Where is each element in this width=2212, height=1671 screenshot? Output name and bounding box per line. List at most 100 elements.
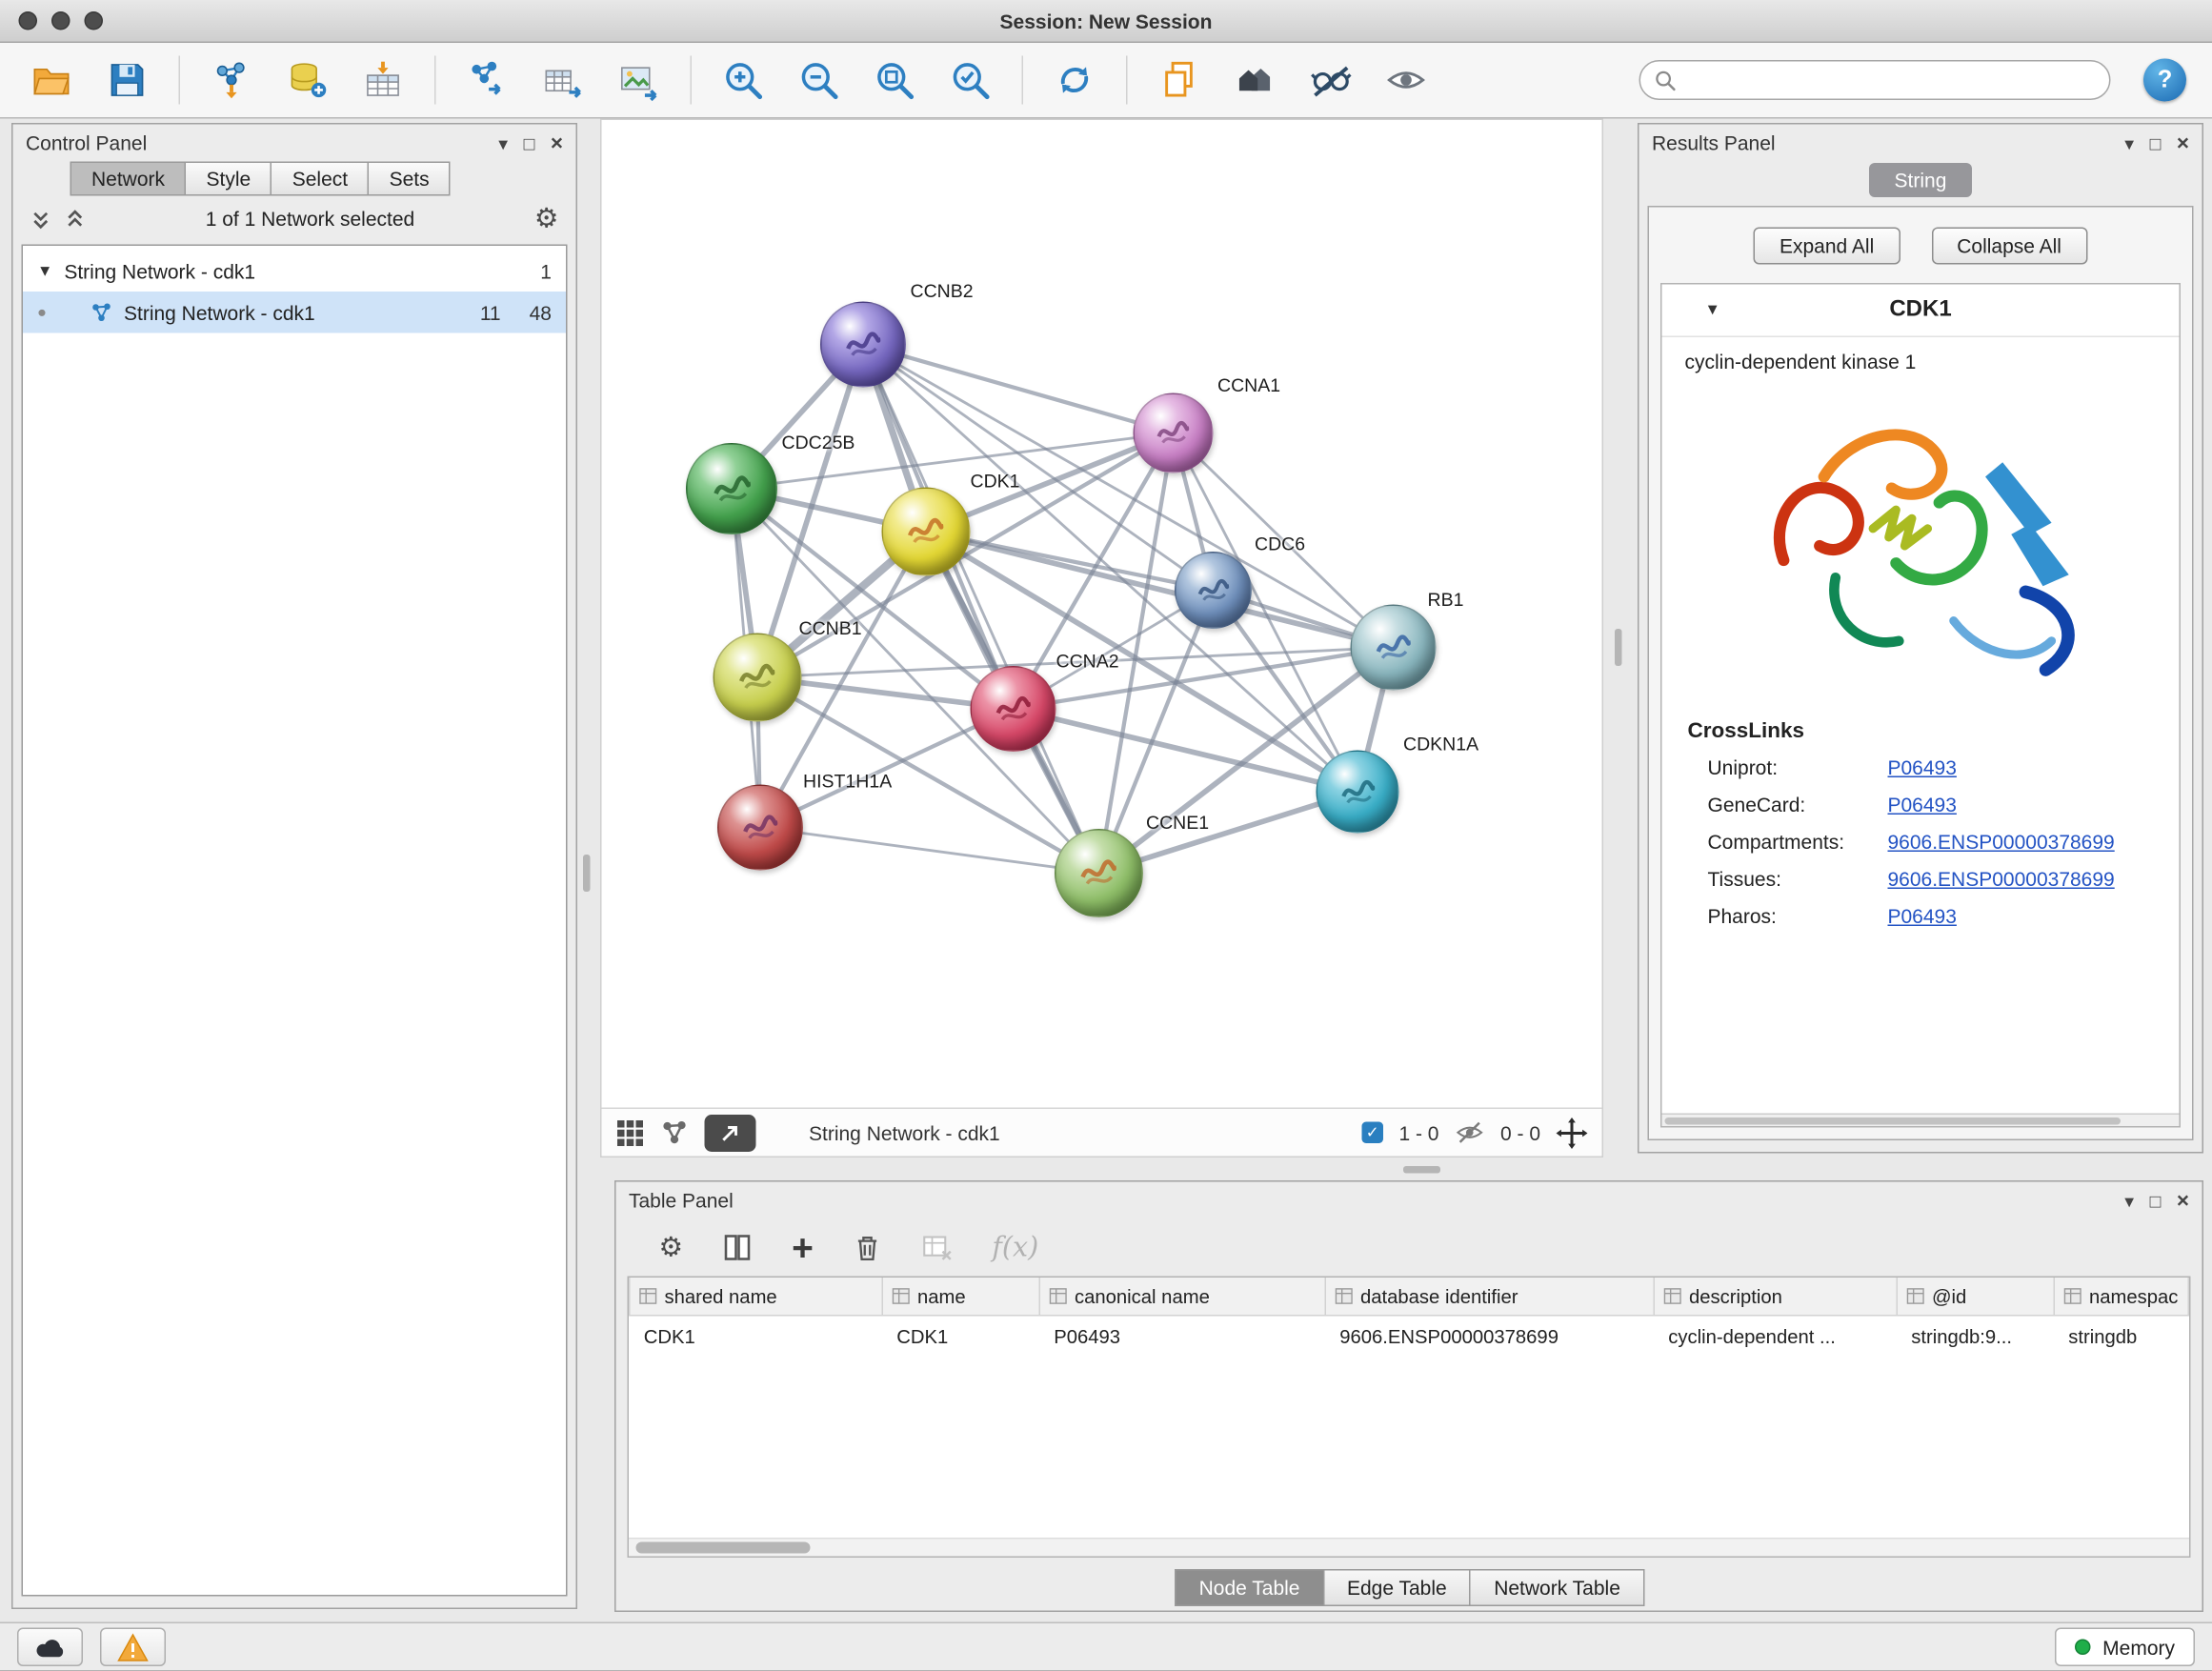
new-network-button[interactable]	[456, 51, 519, 109]
column-header-name[interactable]: name	[882, 1278, 1039, 1316]
help-button[interactable]: ?	[2143, 59, 2186, 102]
network-node-ccna1[interactable]	[1134, 393, 1214, 473]
panel-float-icon[interactable]: □	[2150, 1191, 2162, 1210]
memory-button[interactable]: Memory	[2056, 1628, 2195, 1667]
crosslink-value-compartments[interactable]: 9606.ENSP00000378699	[1888, 831, 2180, 854]
network-edge[interactable]	[863, 345, 1174, 433]
results-horizontal-scrollbar[interactable]	[1662, 1114, 2180, 1127]
network-collection-row[interactable]: ▼ String Network - cdk1 1	[23, 251, 566, 292]
open-session-button[interactable]	[20, 51, 83, 109]
hidden-eye-slash-icon[interactable]	[1455, 1117, 1485, 1148]
column-header-database-identifier[interactable]: database identifier	[1325, 1278, 1654, 1316]
network-edge[interactable]	[926, 532, 1394, 648]
column-header-namespace[interactable]: namespac	[2054, 1278, 2188, 1316]
network-node-cdk1[interactable]	[882, 488, 971, 576]
string-home-button[interactable]	[1223, 51, 1286, 109]
panel-float-icon[interactable]: □	[2150, 133, 2162, 152]
cell-name[interactable]: CDK1	[882, 1316, 1039, 1357]
network-overview-icon[interactable]	[660, 1118, 689, 1147]
panel-close-icon[interactable]: ×	[2177, 1190, 2189, 1212]
crosslink-value-genecard[interactable]: P06493	[1888, 794, 2180, 816]
gene-section-header[interactable]: ▼ CDK1	[1662, 285, 2180, 338]
zoom-fit-button[interactable]	[863, 51, 926, 109]
warnings-button[interactable]	[100, 1628, 166, 1667]
network-row[interactable]: ● String Network - cdk1 11 48	[23, 292, 566, 333]
zoom-out-button[interactable]	[788, 51, 851, 109]
panel-close-icon[interactable]: ×	[2177, 132, 2189, 154]
export-image-button[interactable]	[608, 51, 671, 109]
panel-menu-icon[interactable]: ▾	[2124, 133, 2134, 152]
splitter-handle[interactable]	[583, 855, 591, 892]
cell-id[interactable]: stringdb:9...	[1897, 1316, 2054, 1357]
import-network-database-button[interactable]	[276, 51, 339, 109]
show-columns-icon[interactable]	[722, 1232, 754, 1263]
panel-float-icon[interactable]: □	[524, 133, 535, 152]
column-header-canonical-name[interactable]: canonical name	[1039, 1278, 1325, 1316]
show-graphics-button[interactable]	[1375, 51, 1438, 109]
zoom-selected-button[interactable]	[939, 51, 1002, 109]
network-node-cdkn1a[interactable]	[1317, 751, 1399, 834]
network-edge[interactable]	[760, 828, 1099, 874]
splitter-handle[interactable]	[1403, 1166, 1440, 1174]
network-node-rb1[interactable]	[1351, 605, 1437, 691]
pan-crosshair-icon[interactable]	[1557, 1117, 1588, 1148]
cell-namespace[interactable]: stringdb	[2054, 1316, 2188, 1357]
string-glasses-button[interactable]	[1299, 51, 1362, 109]
cloud-status-button[interactable]	[17, 1628, 83, 1667]
cell-shared-name[interactable]: CDK1	[630, 1316, 883, 1357]
network-canvas[interactable]: CCNB2CCNA1CDC25BCDK1CDC6RB1CCNB1CCNA2CDK…	[602, 120, 1602, 1108]
tab-style[interactable]: Style	[185, 162, 272, 196]
panel-menu-icon[interactable]: ▾	[498, 133, 508, 152]
network-node-ccnb2[interactable]	[820, 302, 906, 388]
disclosure-triangle-icon[interactable]: ▼	[37, 262, 52, 279]
table-row[interactable]: CDK1 CDK1 P06493 9606.ENSP00000378699 cy…	[630, 1316, 2189, 1357]
column-header-shared-name[interactable]: shared name	[630, 1278, 883, 1316]
panel-menu-icon[interactable]: ▾	[2124, 1191, 2134, 1210]
panel-close-icon[interactable]: ×	[551, 132, 563, 154]
open-in-browser-button[interactable]	[705, 1114, 756, 1151]
network-node-cdc6[interactable]	[1175, 552, 1252, 629]
splitter-handle[interactable]	[1615, 629, 1622, 666]
network-node-ccne1[interactable]	[1055, 829, 1143, 917]
apply-layout-button[interactable]	[1043, 51, 1106, 109]
disclosure-triangle-icon[interactable]: ▼	[1705, 302, 1720, 319]
expand-all-button[interactable]: Expand All	[1754, 228, 1900, 265]
table-options-gear-icon[interactable]: ⚙	[659, 1234, 684, 1261]
crosslink-value-uniprot[interactable]: P06493	[1888, 756, 2180, 779]
column-header-description[interactable]: description	[1654, 1278, 1897, 1316]
tab-network-table[interactable]: Network Table	[1470, 1569, 1645, 1606]
network-node-ccna2[interactable]	[971, 666, 1056, 752]
delete-column-trash-icon[interactable]	[852, 1232, 883, 1263]
network-options-gear-icon[interactable]: ⚙	[534, 205, 559, 232]
selected-checkbox-icon[interactable]: ✓	[1361, 1122, 1383, 1144]
collapse-all-button[interactable]: Collapse All	[1931, 228, 2087, 265]
import-table-button[interactable]	[352, 51, 414, 109]
cell-description[interactable]: cyclin-dependent ...	[1654, 1316, 1897, 1357]
tab-select[interactable]: Select	[271, 162, 369, 196]
column-header-id[interactable]: @id	[1897, 1278, 2054, 1316]
tab-network[interactable]: Network	[70, 162, 187, 196]
network-edge[interactable]	[863, 345, 1099, 874]
network-node-ccnb1[interactable]	[714, 634, 802, 722]
export-table-button[interactable]	[532, 51, 594, 109]
add-column-icon[interactable]: +	[792, 1234, 814, 1262]
crosslink-value-tissues[interactable]: 9606.ENSP00000378699	[1888, 868, 2180, 891]
save-session-button[interactable]	[96, 51, 159, 109]
network-node-cdc25b[interactable]	[686, 443, 777, 534]
expand-all-icon[interactable]	[65, 208, 87, 230]
string-results-tab[interactable]: String	[1869, 163, 1973, 197]
crosslink-value-pharos[interactable]: P06493	[1888, 905, 2180, 928]
search-input[interactable]	[1686, 68, 2095, 92]
cell-canonical-name[interactable]: P06493	[1039, 1316, 1325, 1357]
import-network-file-button[interactable]	[200, 51, 263, 109]
grid-view-icon[interactable]	[616, 1118, 645, 1147]
tab-node-table[interactable]: Node Table	[1175, 1569, 1324, 1606]
collapse-all-icon[interactable]	[30, 208, 52, 230]
network-node-hist1h1a[interactable]	[717, 785, 803, 871]
zoom-in-button[interactable]	[712, 51, 774, 109]
tab-sets[interactable]: Sets	[368, 162, 451, 196]
tab-edge-table[interactable]: Edge Table	[1322, 1569, 1471, 1606]
cell-database-identifier[interactable]: 9606.ENSP00000378699	[1325, 1316, 1654, 1357]
copy-button[interactable]	[1148, 51, 1211, 109]
table-horizontal-scrollbar[interactable]	[629, 1538, 2189, 1557]
